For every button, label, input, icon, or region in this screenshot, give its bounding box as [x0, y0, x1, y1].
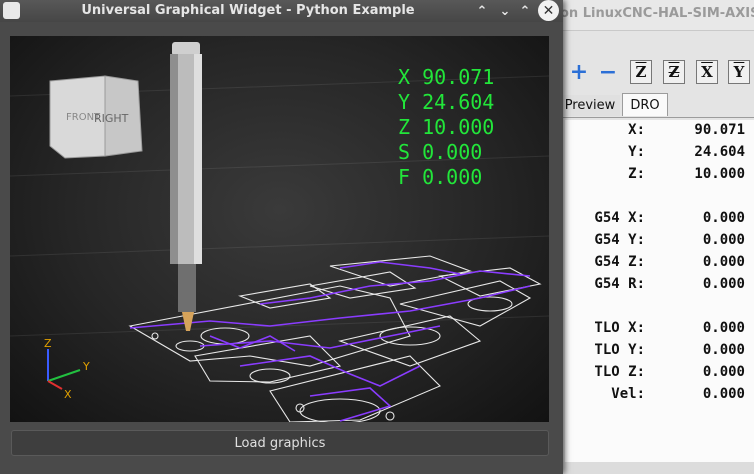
tool-thread: [172, 42, 200, 56]
dro-row: G54 Y: 0.000: [565, 232, 745, 252]
dro-row: G54 X: 0.000: [565, 210, 745, 230]
x-axis-line: [47, 380, 63, 390]
maximize-button[interactable]: ⌃: [517, 3, 533, 19]
dro-value: 0.000: [702, 342, 745, 358]
dro-label: TLO Z:: [594, 364, 645, 380]
dro-row: TLO Z: 0.000: [565, 364, 745, 384]
dro-label: X:: [628, 122, 645, 138]
axis-statusbar: [560, 462, 754, 474]
widget-titlebar[interactable]: Universal Graphical Widget - Python Exam…: [0, 0, 563, 22]
dro-row: G54 R: 0.000: [565, 276, 745, 296]
overlay-value: 0.000: [422, 140, 483, 164]
dro-row: G54 Z: 0.000: [565, 254, 745, 274]
axis-window-title: on LinuxCNC-HAL-SIM-AXIS: [560, 6, 754, 21]
overlay-dro-row: X 90.071: [398, 65, 494, 90]
tool-model: [170, 42, 202, 331]
dro-label: G54 Z:: [594, 254, 645, 270]
dro-row: Z: 10.000: [565, 166, 745, 186]
axis-triad: Z Y X: [44, 337, 90, 401]
view-x-icon: X: [701, 63, 713, 81]
overlay-axis: S: [398, 140, 411, 164]
dro-value: 0.000: [702, 364, 745, 380]
dro-label: TLO X:: [594, 320, 645, 336]
view-x-button[interactable]: X: [696, 60, 718, 84]
keep-above-button[interactable]: ⌃: [474, 3, 490, 19]
dro-value: 0.000: [702, 254, 745, 270]
dro-value: 0.000: [702, 210, 745, 226]
overlay-value: 24.604: [422, 90, 495, 114]
axis-tabbar: Preview DRO: [560, 93, 754, 118]
y-axis-line: [47, 369, 81, 382]
graphical-widget-window: Universal Graphical Widget - Python Exam…: [0, 0, 563, 474]
dro-row: TLO X: 0.000: [565, 320, 745, 340]
overlay-dro-row: Y 24.604: [398, 90, 494, 115]
dro-value: 24.604: [694, 144, 745, 160]
dro-row: Y: 24.604: [565, 144, 745, 164]
tab-preview[interactable]: Preview: [560, 95, 620, 116]
dro-value: 0.000: [702, 320, 745, 336]
dro-label: Z:: [628, 166, 645, 182]
zoom-in-icon: +: [569, 59, 589, 85]
y-axis-label: Y: [82, 360, 90, 373]
close-button[interactable]: ✕: [538, 0, 559, 21]
dro-row: TLO Y: 0.000: [565, 342, 745, 362]
view-z-icon: Z: [635, 63, 647, 81]
zoom-out-button[interactable]: −: [597, 59, 619, 85]
tool-tip: [182, 312, 194, 331]
overlay-axis: F: [398, 165, 411, 189]
zoom-in-button[interactable]: +: [568, 59, 590, 85]
graphics-viewport[interactable]: FRONT RIGHT Z Y X X 90.071 Y 24.604 Z 10…: [10, 36, 549, 422]
overlay-axis: Y: [398, 90, 411, 114]
chevron-up-icon: ⌃: [519, 3, 531, 19]
dro-value: 0.000: [702, 276, 745, 292]
dro-label: G54 X:: [594, 210, 645, 226]
dro-label: Vel:: [611, 386, 645, 402]
widget-window-title: Universal Graphical Widget - Python Exam…: [81, 3, 415, 18]
overlay-value: 0.000: [422, 165, 483, 189]
axis-toolbar: + − Z Z X Y: [560, 58, 754, 90]
dro-label: G54 R:: [594, 276, 645, 292]
view-y-icon: Y: [733, 63, 745, 81]
view-z2-button[interactable]: Z: [663, 60, 685, 84]
dro-value: 0.000: [702, 386, 745, 402]
view-y-button[interactable]: Y: [728, 60, 750, 84]
load-graphics-button[interactable]: Load graphics: [11, 430, 549, 456]
dro-row: X: 90.071: [565, 122, 745, 142]
view-z2-icon: Z: [668, 63, 680, 81]
chevron-down-icon: ⌄: [499, 3, 511, 19]
close-icon: ✕: [542, 2, 555, 19]
cube-right-label: RIGHT: [94, 112, 129, 125]
tab-dro[interactable]: DRO: [622, 93, 668, 116]
z-axis-label: Z: [44, 337, 52, 350]
overlay-axis: X: [398, 65, 411, 89]
view-cube[interactable]: FRONT RIGHT: [49, 75, 143, 159]
overlay-dro-row: F 0.000: [398, 165, 482, 190]
overlay-axis: Z: [398, 115, 411, 139]
dro-panel: X: 90.071 Y: 24.604 Z: 10.000 G54 X: 0.000 G54 Y…: [565, 120, 754, 474]
dro-label: Y:: [628, 144, 645, 160]
overlay-value: 10.000: [422, 115, 495, 139]
dro-label: TLO Y:: [594, 342, 645, 358]
overlay-value: 90.071: [422, 65, 495, 89]
overlay-dro-row: Z 10.000: [398, 115, 494, 140]
x-axis-label: X: [64, 388, 72, 401]
view-z-button[interactable]: Z: [630, 60, 652, 84]
tool-collet: [178, 264, 196, 312]
chevron-up-double-icon: ⌃: [476, 3, 488, 19]
dro-value: 0.000: [702, 232, 745, 248]
zoom-out-icon: −: [598, 59, 618, 85]
overlay-dro-row: S 0.000: [398, 140, 482, 165]
dro-row: Vel: 0.000: [565, 386, 745, 406]
minimize-button[interactable]: ⌄: [497, 3, 513, 19]
dro-value: 90.071: [694, 122, 745, 138]
dro-value: 10.000: [694, 166, 745, 182]
dro-label: G54 Y:: [594, 232, 645, 248]
